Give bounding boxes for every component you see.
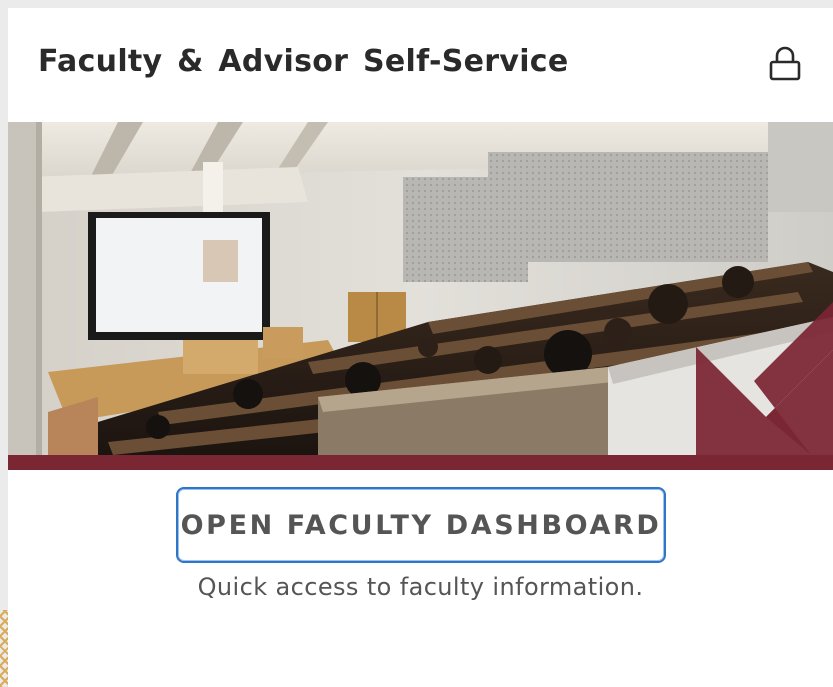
card-header: Faculty & Advisor Self-Service [8, 8, 833, 122]
card-title: Faculty & Advisor Self-Service [38, 44, 569, 79]
faculty-self-service-card: Faculty & Advisor Self-Service OPEN FACU… [8, 8, 833, 687]
arrow-down-right-icon [696, 262, 833, 455]
lock-icon [769, 46, 801, 81]
hero-accent-bar [8, 455, 833, 470]
cta-section: OPEN FACULTY DASHBOARD Quick access to f… [8, 470, 833, 685]
open-faculty-dashboard-button[interactable]: OPEN FACULTY DASHBOARD [176, 487, 666, 563]
hero-image [8, 122, 833, 455]
page: Faculty & Advisor Self-Service OPEN FACU… [0, 0, 833, 687]
cta-caption: Quick access to faculty information. [197, 573, 644, 601]
